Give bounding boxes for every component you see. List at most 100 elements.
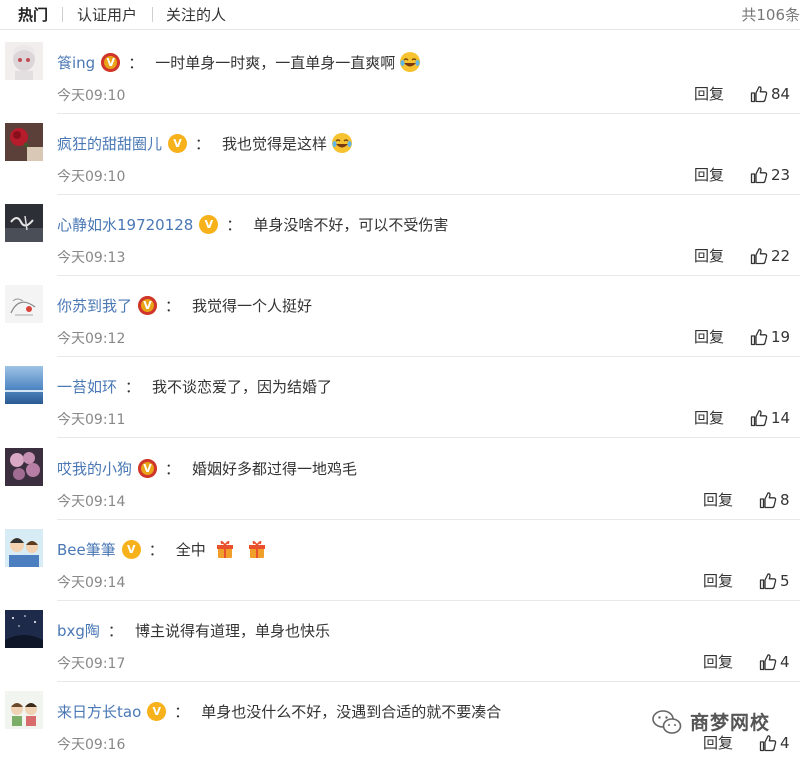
username[interactable]: 心静如水19720128	[57, 214, 193, 235]
username[interactable]: 你苏到我了	[57, 295, 132, 316]
comment-line: 心静如水19720128 ： 单身没啥不好，可以不受伤害	[57, 212, 448, 236]
tab-divider	[152, 7, 153, 22]
comment-time: 今天09:10	[57, 169, 126, 185]
colon: ：	[165, 459, 181, 478]
reply-button[interactable]: 回复	[694, 326, 724, 347]
comment-time: 今天09:16	[57, 737, 126, 753]
comment-text: 博主说得有道理，单身也快乐	[134, 621, 330, 640]
username[interactable]: bxg陶	[57, 620, 100, 641]
divider	[57, 437, 800, 438]
like-count: 19	[771, 328, 791, 346]
reply-button[interactable]: 回复	[703, 651, 733, 672]
watermark-text: 商梦网校	[690, 712, 771, 734]
tab-divider	[62, 7, 63, 22]
comment-item: 篒ing ： 一时单身一时爽，一直单身一直爽啊 今天09:10 回复 84	[0, 33, 800, 114]
tab-following[interactable]: 关注的人	[166, 4, 226, 25]
comment-text: 婚姻好多都过得一地鸡毛	[192, 459, 358, 478]
username[interactable]: 疯狂的甜甜圈儿	[57, 133, 162, 154]
comment-line: bxg陶 ： 博主说得有道理，单身也快乐	[57, 618, 330, 642]
comment-time: 今天09:17	[57, 656, 126, 672]
verified-badge-icon	[121, 539, 141, 559]
colon: ：	[128, 53, 144, 72]
like-count: 84	[771, 85, 791, 103]
comment-line: 你苏到我了 ： 我觉得一个人挺好	[57, 293, 312, 317]
comment-time: 今天09:10	[57, 88, 126, 104]
like-button[interactable]: 5	[759, 572, 790, 590]
like-button[interactable]: 22	[750, 247, 790, 265]
reply-button[interactable]: 回复	[694, 245, 724, 266]
verified-badge-icon	[147, 701, 167, 721]
comment-line: 篒ing ： 一时单身一时爽，一直单身一直爽啊	[57, 50, 421, 74]
avatar[interactable]	[5, 42, 43, 80]
colon: ：	[148, 540, 164, 559]
thumbs-up-icon	[759, 654, 777, 671]
comment-item: bxg陶 ： 博主说得有道理，单身也快乐 今天09:17 回复 4	[0, 601, 800, 682]
thumbs-up-icon	[750, 329, 768, 346]
like-count: 8	[780, 491, 790, 509]
comment-text: 一时单身一时爽，一直单身一直爽啊	[155, 53, 396, 72]
comment-text: 我不谈恋爱了，因为结婚了	[152, 377, 333, 396]
laugh-cry-emoji-icon	[399, 51, 421, 73]
avatar[interactable]	[5, 204, 43, 242]
thumbs-up-icon	[759, 735, 777, 752]
comment-item: 一苔如环 ： 我不谈恋爱了，因为结婚了 今天09:11 回复 14	[0, 357, 800, 438]
avatar[interactable]	[5, 123, 43, 161]
watermark: 商梦网校	[652, 708, 770, 735]
avatar[interactable]	[5, 448, 43, 486]
username[interactable]: Bee筆筆	[57, 539, 116, 560]
thumbs-up-icon	[750, 248, 768, 265]
tab-verified-users[interactable]: 认证用户	[77, 4, 137, 25]
reply-button[interactable]: 回复	[694, 407, 724, 428]
comment-line: Bee筆筆 ： 全中	[57, 537, 268, 561]
comment-filter-tabs: 热门 认证用户 关注的人 共106条	[0, 0, 800, 30]
gift-emoji-icon	[246, 538, 268, 560]
reply-button[interactable]: 回复	[703, 570, 733, 591]
comment-item: 疯狂的甜甜圈儿 ： 我也觉得是这样 今天09:10 回复 23	[0, 114, 800, 195]
like-count: 14	[771, 409, 791, 427]
wechat-icon	[652, 709, 682, 734]
comment-text: 我觉得一个人挺好	[192, 296, 313, 315]
comment-time: 今天09:12	[57, 331, 126, 347]
like-count: 4	[780, 653, 790, 671]
comment-text: 我也觉得是这样	[222, 134, 328, 153]
comment-text: 单身也没什么不好，没遇到合适的就不要凑合	[201, 702, 502, 721]
comment-item: 心静如水19720128 ： 单身没啥不好，可以不受伤害 今天09:13 回复 …	[0, 195, 800, 276]
comment-text: 全中	[175, 540, 206, 559]
like-button[interactable]: 14	[750, 409, 790, 427]
reply-button[interactable]: 回复	[703, 732, 733, 753]
like-button[interactable]: 23	[750, 166, 790, 184]
avatar[interactable]	[5, 529, 43, 567]
reply-button[interactable]: 回复	[694, 83, 724, 104]
like-button[interactable]: 8	[759, 491, 790, 509]
username[interactable]: 篒ing	[57, 52, 95, 73]
like-button[interactable]: 4	[759, 653, 790, 671]
username[interactable]: 来日方长tao	[57, 701, 141, 722]
like-button[interactable]: 84	[750, 85, 790, 103]
like-button[interactable]: 19	[750, 328, 790, 346]
comment-item: 你苏到我了 ： 我觉得一个人挺好 今天09:12 回复 19	[0, 276, 800, 357]
comment-line: 疯狂的甜甜圈儿 ： 我也觉得是这样	[57, 131, 353, 155]
comment-line: 一苔如环 ： 我不谈恋爱了，因为结婚了	[57, 374, 332, 398]
comment-time: 今天09:11	[57, 412, 126, 428]
avatar[interactable]	[5, 285, 43, 323]
thumbs-up-icon	[759, 573, 777, 590]
like-count: 22	[771, 247, 791, 265]
like-button[interactable]: 4	[759, 734, 790, 752]
username[interactable]: 一苔如环	[57, 376, 117, 397]
avatar[interactable]	[5, 366, 43, 404]
colon: ：	[226, 215, 242, 234]
comment-line: 哎我的小狗 ： 婚姻好多都过得一地鸡毛	[57, 456, 357, 480]
like-count: 5	[780, 572, 790, 590]
reply-button[interactable]: 回复	[703, 489, 733, 510]
verified-badge-icon	[138, 458, 158, 478]
comment-line: 来日方长tao ： 单身也没什么不好，没遇到合适的就不要凑合	[57, 699, 501, 723]
reply-button[interactable]: 回复	[694, 164, 724, 185]
avatar[interactable]	[5, 691, 43, 729]
tab-hot[interactable]: 热门	[18, 4, 48, 25]
avatar[interactable]	[5, 610, 43, 648]
comment-text: 单身没啥不好，可以不受伤害	[253, 215, 449, 234]
comment-time: 今天09:13	[57, 250, 126, 266]
colon: ：	[174, 702, 190, 721]
like-count: 4	[780, 734, 790, 752]
username[interactable]: 哎我的小狗	[57, 458, 132, 479]
